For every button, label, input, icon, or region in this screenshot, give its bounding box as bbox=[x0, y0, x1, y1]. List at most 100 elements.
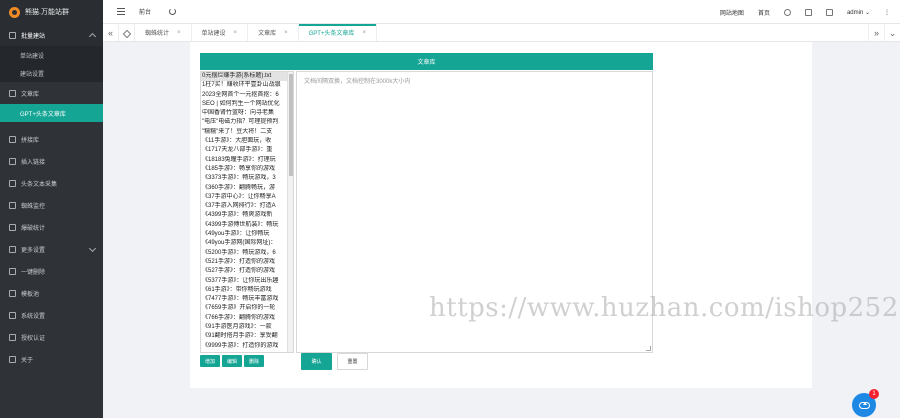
refresh-icon[interactable] bbox=[169, 8, 177, 15]
broom-icon[interactable] bbox=[783, 8, 791, 16]
list-item[interactable]: 《4399手游》：畅爽游戏新 bbox=[201, 211, 293, 220]
list-item[interactable]: 中国香肾竹蓝呀：向寻老集 bbox=[201, 109, 293, 118]
template-icon bbox=[9, 289, 16, 297]
list-item[interactable]: 《37手游入网排行》：打造A bbox=[201, 202, 293, 211]
sidebar-item-article-library[interactable]: 文章库 bbox=[0, 82, 103, 104]
panda-logo-icon bbox=[9, 6, 20, 18]
cloud-upload-icon bbox=[858, 401, 870, 409]
chain-icon bbox=[9, 157, 16, 165]
list-item[interactable]: 0元摆烂赚手游(系标题).txt bbox=[201, 72, 293, 82]
user-menu[interactable]: admin ⌄ bbox=[847, 9, 870, 16]
list-item[interactable]: 《5200手游》：畅玩游戏，6 bbox=[201, 249, 293, 258]
sidebar-item-one-click-delete[interactable]: 一键删除 bbox=[0, 260, 103, 282]
sidebar-item-label: 模板池 bbox=[21, 291, 40, 298]
sidebar-item-authorization[interactable]: 授权认证 bbox=[0, 326, 103, 348]
panel-header: 文章库 bbox=[200, 53, 653, 70]
sidebar-subitem-label: 单站建设 bbox=[20, 53, 45, 60]
sidebar-item-more-settings[interactable]: 更多设置 bbox=[0, 238, 103, 260]
tabs-next-button[interactable]: » bbox=[868, 24, 884, 42]
textarea-placeholder: 文档间隔双换，文档控制在3000k大小内 bbox=[304, 79, 411, 85]
tabs-right-controls: » ⌄ bbox=[868, 24, 900, 42]
sidebar-item-template-pool[interactable]: 模板池 bbox=[0, 282, 103, 304]
lock-icon[interactable] bbox=[804, 8, 812, 16]
close-icon[interactable]: × bbox=[177, 30, 181, 36]
article-list[interactable]: 0元摆烂赚手游(系标题).txt 1柱7买！赚收环平壹卦山战银 2023全网首个一元… bbox=[200, 71, 294, 353]
fullscreen-icon[interactable] bbox=[825, 8, 833, 16]
tab-spider-stats[interactable]: 蜘蛛统计 × bbox=[135, 24, 192, 41]
list-item[interactable]: 《11手游》：大胆面玩，收 bbox=[201, 137, 293, 146]
header-right-tools: 网站地图 首页 admin ⌄ ⋮ bbox=[720, 0, 890, 24]
list-item[interactable]: 《9999手游》：打造你的游戏 bbox=[201, 342, 293, 351]
list-item[interactable]: 《61手游》：带你畅玩游戏 bbox=[201, 286, 293, 295]
list-item[interactable]: 《91手游医月游戏》：一款 bbox=[201, 323, 293, 332]
home-tab[interactable] bbox=[119, 24, 135, 41]
sidebar-item-stats[interactable]: 爆破统计 bbox=[0, 216, 103, 238]
list-item[interactable]: 《37手游中心》：让你畅享A bbox=[201, 193, 293, 202]
list-item[interactable]: 《91翻时搭月手游》：享受翻 bbox=[201, 332, 293, 341]
edit-button[interactable]: 编辑 bbox=[222, 355, 242, 367]
sidebar-item-about[interactable]: 关于 bbox=[0, 348, 103, 370]
list-item[interactable]: 《1717天龙八部手游》：重 bbox=[201, 146, 293, 155]
menu-icon[interactable] bbox=[117, 8, 125, 15]
list-item[interactable]: 《3373手游》：畅玩游戏，3 bbox=[201, 174, 293, 183]
list-item[interactable]: 《18183兔瞳手游》：打理玩 bbox=[201, 156, 293, 165]
app-logo[interactable]: 熊猫.万能站群 bbox=[0, 0, 103, 24]
list-item[interactable]: 《521手游》：打造你的游戏 bbox=[201, 258, 293, 267]
list-item[interactable]: SEO | 如何判生一个网站优化 bbox=[201, 100, 293, 109]
home-link[interactable]: 首页 bbox=[758, 8, 770, 17]
sidebar-item-label: 文章库 bbox=[21, 91, 40, 98]
tabs-prev-button[interactable]: « bbox=[103, 24, 119, 41]
sidebar-item-batch-build[interactable]: 批量建站 bbox=[0, 24, 103, 46]
add-button[interactable]: 增加 bbox=[200, 355, 220, 367]
list-item[interactable]: "糯糯"来了！豆大将！二支 bbox=[201, 128, 293, 137]
resize-handle[interactable] bbox=[646, 346, 651, 351]
list-item[interactable]: 1柱7买！赚收环平壹卦山战银 bbox=[201, 81, 293, 90]
sidebar-item-label: 爆破统计 bbox=[21, 225, 46, 232]
delete-icon bbox=[9, 267, 16, 275]
list-item[interactable]: 2023全网首个一元抠首抠：6 bbox=[201, 91, 293, 100]
sidebar-item-spider-monitor[interactable]: 蜘蛛监控 bbox=[0, 194, 103, 216]
sidebar-item-label: 头条文本采集 bbox=[21, 181, 58, 188]
sidebar-item-label: 插入链接 bbox=[21, 159, 46, 166]
tab-label: 单站建设 bbox=[201, 31, 226, 37]
list-scrollbar[interactable] bbox=[287, 72, 293, 352]
reset-button[interactable]: 重置 bbox=[337, 353, 368, 370]
list-item[interactable]: 《4399手游傅世航装》：畅玩 bbox=[201, 221, 293, 230]
sidebar-subitem-single-site[interactable]: 单站建设 bbox=[0, 46, 103, 64]
close-icon[interactable]: × bbox=[284, 30, 288, 36]
tab-single-site[interactable]: 单站建设 × bbox=[192, 24, 249, 41]
tab-label: 文章库 bbox=[258, 31, 277, 37]
sidebar-item-insert-link[interactable]: 插入链接 bbox=[0, 150, 103, 172]
list-item[interactable]: 《766手游》：翻腾你的游戏 bbox=[201, 314, 293, 323]
list-item[interactable]: 《49you手游网(国际网址)： bbox=[201, 239, 293, 248]
sidebar-item-system-settings[interactable]: 系统设置 bbox=[0, 304, 103, 326]
tab-gpt-library[interactable]: GPT+头条文章库 × bbox=[298, 24, 377, 41]
tab-article-library[interactable]: 文章库 × bbox=[248, 24, 299, 41]
confirm-button[interactable]: 确认 bbox=[301, 353, 332, 370]
close-icon[interactable]: × bbox=[362, 30, 366, 36]
tabs-more-button[interactable]: ⌄ bbox=[884, 24, 900, 42]
list-item[interactable]: 《527手游》：打造你的游戏 bbox=[201, 267, 293, 276]
close-icon[interactable]: × bbox=[234, 30, 238, 36]
list-item[interactable]: "电压"电磁力指？可理提预判 bbox=[201, 118, 293, 127]
list-item[interactable]: 《185手游》：畅享你的游戏 bbox=[201, 165, 293, 174]
site-map-link[interactable]: 网站地图 bbox=[720, 8, 744, 17]
sidebar-subitem-gpt-library[interactable]: GPT+头条文章库 bbox=[0, 104, 103, 122]
sidebar-item-splice-library[interactable]: 拼接库 bbox=[0, 128, 103, 150]
tab-label: GPT+头条文章库 bbox=[308, 31, 355, 37]
sidebar-item-label: 系统设置 bbox=[21, 313, 46, 320]
sidebar-item-text-collect[interactable]: 头条文本采集 bbox=[0, 172, 103, 194]
more-dots-icon[interactable]: ⋮ bbox=[884, 9, 890, 16]
tabs-bar: « 蜘蛛统计 × 单站建设 × 文章库 × GPT+头条文章库 × » ⌄ bbox=[103, 24, 900, 42]
sidebar-item-label: 蜘蛛监控 bbox=[21, 203, 46, 210]
list-item[interactable]: 《7477手游》：畅玩丰富游戏 bbox=[201, 295, 293, 304]
delete-button[interactable]: 删除 bbox=[244, 355, 264, 367]
list-item[interactable]: 《7659手游》开启你的一轮 bbox=[201, 304, 293, 313]
frontend-link[interactable]: 前台 bbox=[139, 7, 151, 16]
list-item[interactable]: 《5377手游》：让你玩出乐趣 bbox=[201, 277, 293, 286]
list-item[interactable]: 《49you手游》：让你畅玩 bbox=[201, 230, 293, 239]
watermark-text: https://www.huzhan.com/ishop2521 bbox=[429, 293, 900, 323]
scrollbar-thumb[interactable] bbox=[289, 74, 293, 176]
sidebar-subitem-build-settings[interactable]: 建站设置 bbox=[0, 64, 103, 82]
list-item[interactable]: 《360手游》：翻腾畅玩，游 bbox=[201, 184, 293, 193]
